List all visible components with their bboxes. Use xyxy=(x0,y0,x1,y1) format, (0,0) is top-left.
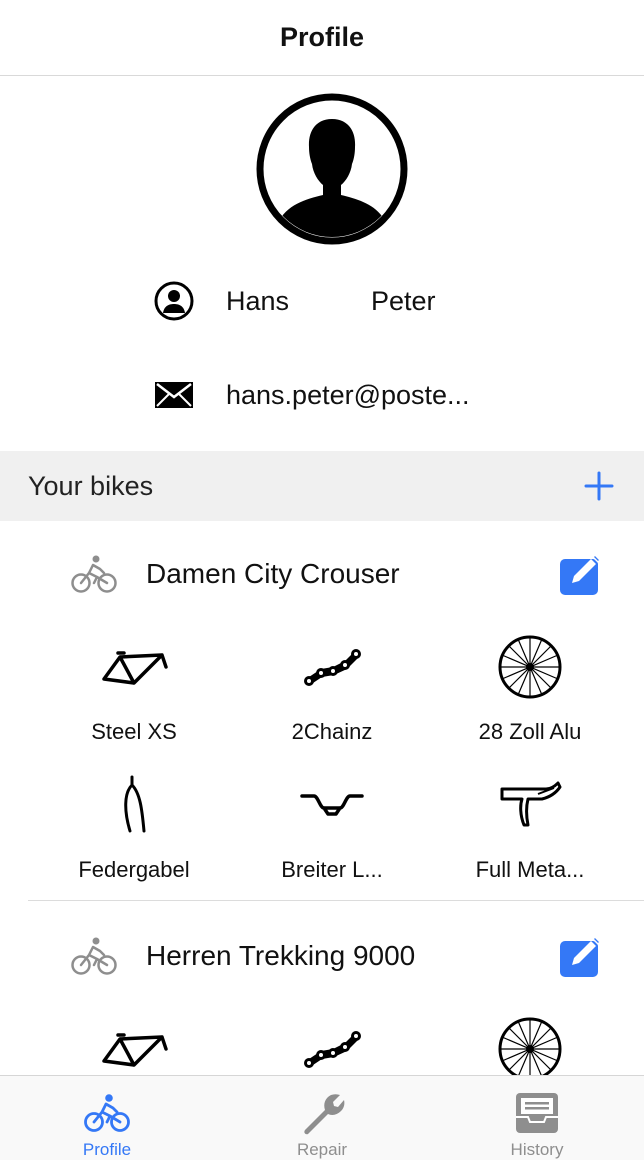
part-label: Full Meta... xyxy=(475,857,585,882)
bike-header: Damen City Crouser xyxy=(0,541,644,607)
user-circle-icon xyxy=(152,271,196,331)
wrench-icon xyxy=(297,1090,347,1136)
handlebar-icon xyxy=(296,769,368,841)
part-label: 28 Zoll Alu xyxy=(478,719,582,744)
part-label: Steel XS xyxy=(91,719,177,744)
part-label: Breiter L... xyxy=(281,857,383,882)
frame-icon xyxy=(98,1013,170,1075)
brake-lever-icon xyxy=(494,769,566,841)
page-title: Profile xyxy=(279,22,365,52)
edit-icon[interactable] xyxy=(558,551,604,597)
email-row: hans.peter@poste... xyxy=(0,365,644,425)
name-row: Hans Peter xyxy=(0,271,644,331)
profile-content[interactable]: Hans Peter hans.peter@poste... Your bike… xyxy=(0,77,644,1075)
part-label: Federgabel xyxy=(78,857,190,882)
bike-card[interactable]: Herren Trekking 9000 xyxy=(0,923,644,1075)
first-name-field[interactable]: Hans xyxy=(226,271,289,331)
nav-bar: Profile xyxy=(0,0,644,76)
avatar[interactable] xyxy=(256,93,408,245)
bike-divider xyxy=(28,900,644,901)
tab-repair[interactable]: Repair xyxy=(215,1076,429,1160)
plus-icon xyxy=(584,471,614,501)
tab-label: Repair xyxy=(296,1140,348,1159)
last-name-field[interactable]: Peter xyxy=(371,271,436,331)
bike-name: Herren Trekking 9000 xyxy=(146,940,416,971)
frame-icon xyxy=(98,631,170,703)
avatar-placeholder-icon xyxy=(256,93,408,245)
section-title: Your bikes xyxy=(28,471,154,501)
part-label: 2Chainz xyxy=(291,719,373,744)
bike-name: Damen City Crouser xyxy=(146,558,400,589)
fork-icon xyxy=(98,769,170,841)
tab-profile[interactable]: Profile xyxy=(0,1076,214,1160)
bicycle-icon xyxy=(71,937,117,975)
bicycle-icon xyxy=(71,555,117,593)
envelope-icon xyxy=(152,365,196,425)
wheel-icon xyxy=(494,1013,566,1075)
inbox-icon xyxy=(512,1090,562,1136)
email-field[interactable]: hans.peter@poste... xyxy=(226,365,470,425)
bike-card[interactable]: Damen City Crouser Steel XS 2Chainz 28 Z… xyxy=(0,541,644,882)
tab-label: Profile xyxy=(82,1140,132,1159)
tab-history[interactable]: History xyxy=(430,1076,644,1160)
chain-icon xyxy=(296,1013,368,1075)
tab-bar: Profile Repair History xyxy=(0,1075,644,1160)
chain-icon xyxy=(296,631,368,703)
bike-header: Herren Trekking 9000 xyxy=(0,923,644,989)
add-bike-button[interactable] xyxy=(578,465,620,507)
tab-label: History xyxy=(510,1140,564,1159)
edit-icon[interactable] xyxy=(558,933,604,979)
bicycle-icon xyxy=(82,1090,132,1136)
wheel-icon xyxy=(494,631,566,703)
your-bikes-header: Your bikes xyxy=(0,451,644,521)
